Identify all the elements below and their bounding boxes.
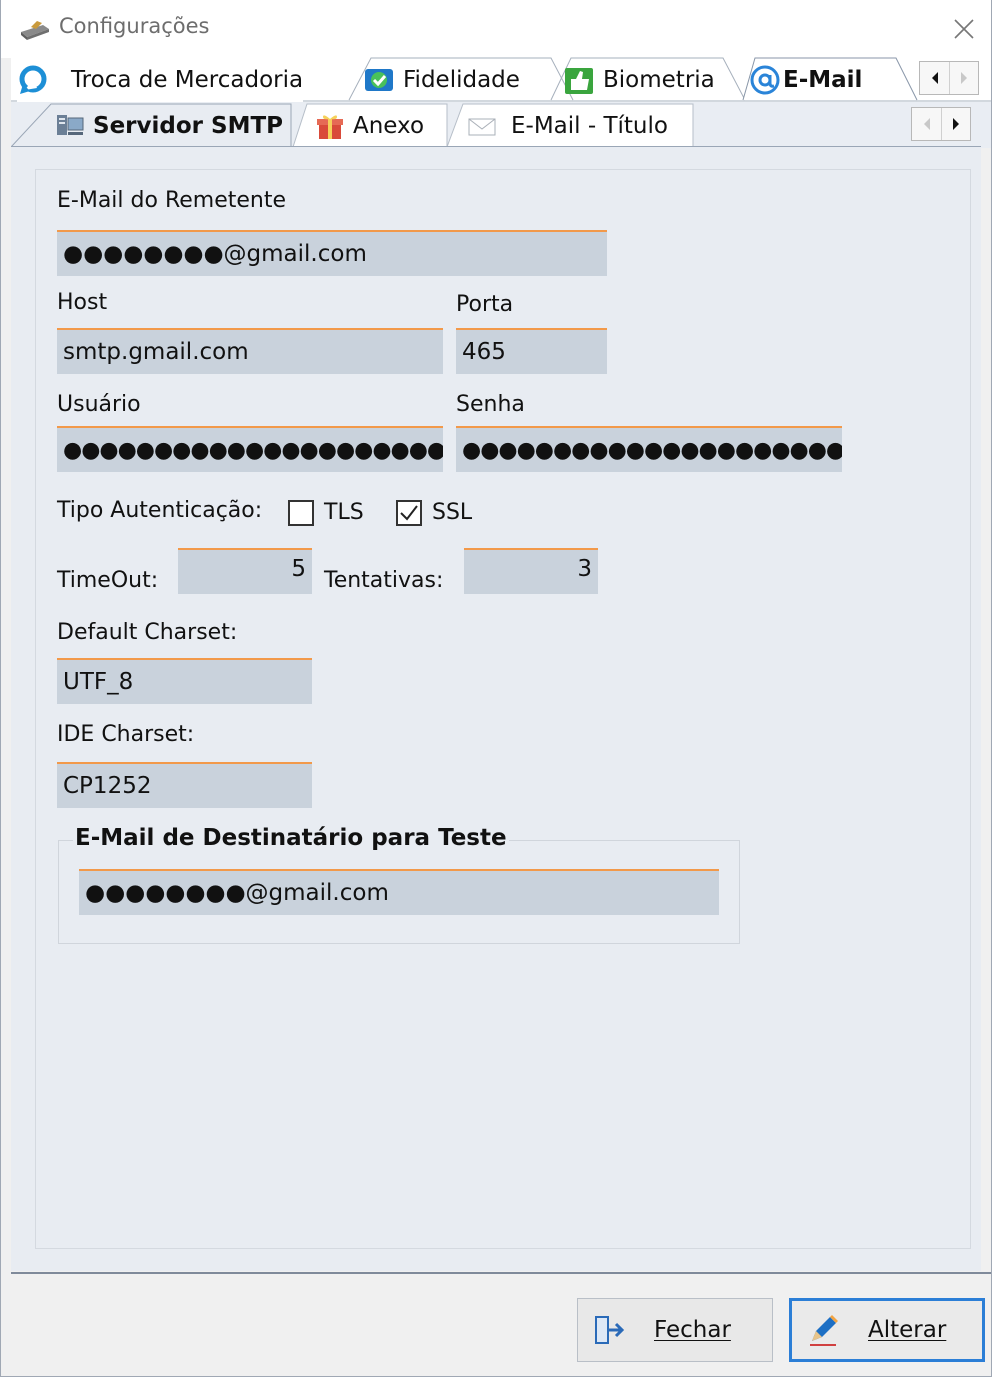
- test-recipient-field[interactable]: ●●●●●●●●@gmail.com: [79, 869, 719, 915]
- arrow-right-icon: [961, 72, 967, 84]
- close-form-button[interactable]: Fechar: [577, 1298, 773, 1362]
- close-icon: [954, 19, 974, 39]
- edit-button-label: Alterar: [868, 1317, 947, 1343]
- gift-icon: [317, 115, 343, 139]
- main-tab-strip: Troca de Mercadoria Fidelidade Biometria: [11, 56, 991, 102]
- tab-label: Fidelidade: [403, 67, 520, 93]
- exit-door-icon: [595, 1316, 625, 1344]
- default-charset-label: Default Charset:: [57, 620, 238, 645]
- user-label: Usuário: [57, 392, 141, 417]
- sender-email-label: E-Mail do Remetente: [57, 188, 287, 213]
- tab-servidor-smtp[interactable]: Servidor SMTP: [55, 104, 283, 148]
- server-icon: [57, 115, 84, 135]
- sub-tab-scroll-left-button[interactable]: [912, 108, 941, 140]
- ssl-label[interactable]: SSL: [432, 500, 472, 525]
- edit-button[interactable]: Alterar: [789, 1298, 985, 1362]
- tab-fidelidade[interactable]: Fidelidade: [363, 58, 520, 102]
- tls-checkbox[interactable]: [288, 500, 314, 526]
- timeout-field[interactable]: 5: [178, 548, 312, 594]
- title-bar: Configurações: [1, 0, 991, 58]
- tab-label: Troca de Mercadoria: [71, 67, 304, 93]
- ide-charset-field[interactable]: CP1252: [57, 762, 312, 808]
- close-button[interactable]: [945, 10, 983, 48]
- sender-email-field[interactable]: ●●●●●●●●@gmail.com: [57, 230, 607, 276]
- tab-anexo[interactable]: Anexo: [315, 104, 424, 148]
- ide-charset-label: IDE Charset:: [57, 722, 195, 747]
- at-icon: [750, 65, 780, 95]
- ssl-checkbox[interactable]: [396, 500, 422, 526]
- tls-label[interactable]: TLS: [324, 500, 364, 525]
- tab-label: Servidor SMTP: [93, 113, 283, 139]
- timeout-label: TimeOut:: [57, 568, 159, 593]
- tab-biometria[interactable]: Biometria: [563, 58, 715, 102]
- tab-label: E-Mail - Título: [511, 113, 668, 139]
- attempts-field[interactable]: 3: [464, 548, 598, 594]
- auth-type-label: Tipo Autenticação:: [57, 498, 263, 523]
- host-field[interactable]: smtp.gmail.com: [57, 328, 443, 374]
- tab-email[interactable]: E-Mail: [749, 58, 862, 102]
- smtp-settings-panel: E-Mail do Remetente ●●●●●●●●@gmail.com H…: [11, 146, 981, 1271]
- tab-scroll-left-button[interactable]: [920, 62, 949, 94]
- email-sub-tab-strip: Servidor SMTP Anexo E-Mail - Título: [11, 102, 991, 148]
- default-charset-field[interactable]: UTF_8: [57, 658, 312, 704]
- checkmark-icon: [400, 505, 418, 521]
- test-recipient-group: E-Mail de Destinatário para Teste ●●●●●●…: [58, 825, 740, 944]
- tab-label: E-Mail: [783, 67, 863, 93]
- tab-scroll-right-button[interactable]: [949, 62, 978, 94]
- test-recipient-title: E-Mail de Destinatário para Teste: [73, 825, 509, 851]
- tab-label: Anexo: [353, 113, 425, 139]
- tab-scroll-buttons: [919, 61, 979, 95]
- refresh-icon: [19, 65, 47, 94]
- cash-register-icon: [21, 21, 49, 40]
- footer-bar: Fechar Alterar: [11, 1272, 991, 1376]
- pen-edit-icon: [810, 1315, 838, 1346]
- loyalty-icon: [365, 69, 393, 91]
- port-label: Porta: [456, 292, 514, 317]
- attempts-label: Tentativas:: [324, 568, 444, 593]
- sub-tab-scroll-buttons: [911, 107, 971, 141]
- envelope-icon: [468, 118, 496, 136]
- arrow-left-icon: [931, 72, 938, 84]
- port-field[interactable]: 465: [456, 328, 607, 374]
- config-window: Configurações Troca de Mercadoria Fideli…: [0, 0, 992, 1377]
- arrow-right-icon: [953, 118, 959, 130]
- sub-tab-scroll-right-button[interactable]: [941, 108, 970, 140]
- arrow-left-icon: [923, 118, 930, 130]
- host-label: Host: [57, 290, 108, 315]
- password-label: Senha: [456, 392, 525, 417]
- password-field[interactable]: ●●●●●●●●●●●●●●●●●●●●●●●●: [456, 426, 842, 472]
- user-field[interactable]: ●●●●●●●●●●●●●●●●●●●●●●●●: [57, 426, 443, 472]
- window-title: Configurações: [59, 14, 210, 38]
- tab-email-titulo[interactable]: E-Mail - Título: [467, 104, 668, 148]
- thumbs-up-icon: [565, 68, 593, 94]
- close-button-label: Fechar: [654, 1317, 731, 1343]
- tab-troca-mercadoria[interactable]: Troca de Mercadoria: [17, 58, 304, 102]
- smtp-form: E-Mail do Remetente ●●●●●●●●@gmail.com H…: [35, 169, 971, 1249]
- tab-label: Biometria: [603, 67, 715, 93]
